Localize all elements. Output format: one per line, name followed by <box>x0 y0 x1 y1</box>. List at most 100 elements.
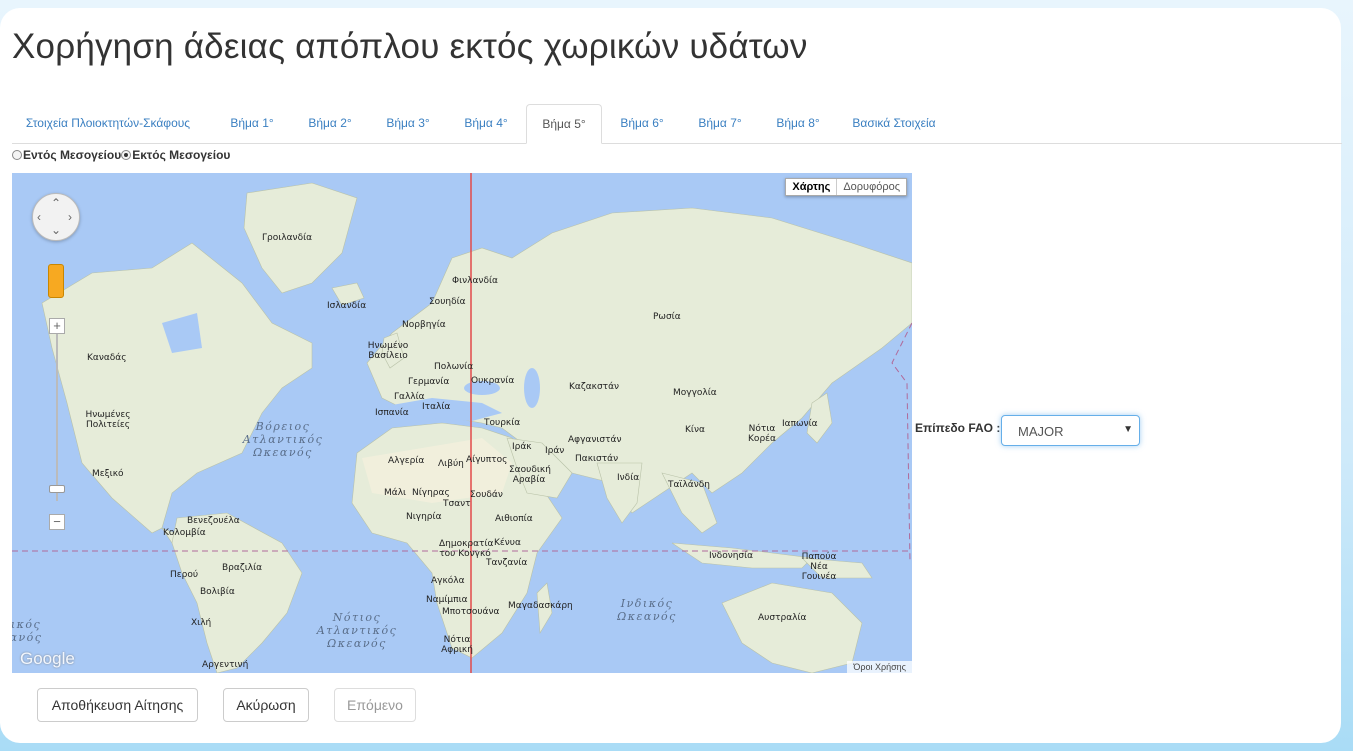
map-label-south-africa-text: Νότια Αφρική <box>441 635 473 655</box>
map-label-iceland: Ισλανδία <box>327 301 367 311</box>
radio-label-outside: Εκτός Μεσογείου <box>132 148 231 162</box>
map-label-png-text: Παπούα Νέα Γουινέα <box>801 552 837 582</box>
radio-button-outside[interactable] <box>121 150 132 160</box>
tab-step-8[interactable]: Βήμα 8° <box>766 104 830 142</box>
map-label-russia: Ρωσία <box>653 312 681 322</box>
street-view-pegman-icon[interactable] <box>48 264 64 298</box>
map-label-thailand: Ταϊλάνδη <box>668 480 710 490</box>
tab-step-6[interactable]: Βήμα 6° <box>610 104 674 142</box>
map-label-turkey: Τουρκία <box>484 418 521 428</box>
tab-step-2[interactable]: Βήμα 2° <box>298 104 362 142</box>
map-label-namibia: Ναμίμπια <box>426 595 468 605</box>
map-label-india: Ινδία <box>617 473 640 483</box>
map-label-argentina: Αργεντινή <box>202 660 249 670</box>
map-label-japan: Ιαπωνία <box>782 419 818 429</box>
map-label-indonesia: Ινδονησία <box>709 551 754 561</box>
map-label-south-africa: Νότια Αφρική <box>440 635 474 655</box>
tab-step-7[interactable]: Βήμα 7° <box>688 104 752 142</box>
map-label-spain: Ισπανία <box>375 408 409 418</box>
tab-owners-vessel[interactable]: Στοιχεία Πλοιοκτητών-Σκάφους <box>18 104 198 142</box>
map-label-iraq: Ιράκ <box>512 442 532 452</box>
radio-outside-mediterranean[interactable]: Εκτός Μεσογείου <box>121 148 230 162</box>
map-label-greenland: Γροιλανδία <box>262 233 313 243</box>
map-label-usa: Ηνωμένες Πολιτείες <box>84 410 132 430</box>
map-label-ethiopia: Αιθιοπία <box>495 514 533 524</box>
map-label-saudi: Σαουδική Αραβία <box>509 465 551 485</box>
terms-of-use-link[interactable]: Όροι Χρήσης <box>847 661 912 673</box>
tab-step-5[interactable]: Βήμα 5° <box>526 104 602 144</box>
zoom-out-button[interactable]: − <box>49 514 65 530</box>
tab-step-1[interactable]: Βήμα 1° <box>220 104 284 142</box>
map-label-poland: Πολωνία <box>434 362 474 372</box>
map-label-peru: Περού <box>170 570 199 580</box>
map-label-tanzania: Τανζανία <box>486 558 528 568</box>
fao-level-label: Επίπεδο FAO : <box>915 421 1001 435</box>
tab-step-4[interactable]: Βήμα 4° <box>454 104 518 142</box>
tab-step-3[interactable]: Βήμα 3° <box>376 104 440 142</box>
ocean-label-pacific-partial-text: ικός ανός <box>12 618 43 644</box>
map-label-mexico: Μεξικό <box>92 469 124 479</box>
zoom-slider-track[interactable] <box>56 321 58 501</box>
ocean-label-s-atlantic-text: Νότιος Ατλαντικός Ωκεανός <box>316 611 398 650</box>
ocean-label-pacific-partial: ικός ανός <box>12 618 44 644</box>
zoom-slider-handle[interactable] <box>49 485 65 493</box>
map-label-algeria: Αλγερία <box>388 456 425 466</box>
map-label-chad: Τσαντ <box>443 499 471 509</box>
radio-inside-mediterranean[interactable]: Εντός Μεσογείου <box>12 148 121 162</box>
map-label-nigeria: Νιγηρία <box>406 512 442 522</box>
map-label-kenya: Κένυα <box>494 538 521 548</box>
map-label-ukraine: Ουκρανία <box>471 376 515 386</box>
map-label-drc-text: Δημοκρατία του Κονγκό <box>439 539 494 559</box>
map-label-botswana: Μποτσουάνα <box>442 607 500 617</box>
map-label-south-korea-text: Νότια Κορέα <box>748 424 776 444</box>
map-label-libya: Λιβύη <box>438 459 464 469</box>
map-label-drc: Δημοκρατία του Κονγκό <box>439 539 494 559</box>
map-label-kazakhstan: Καζακστάν <box>569 382 620 392</box>
map-label-iran: Ιράν <box>545 446 565 456</box>
map-label-saudi-text: Σαουδική Αραβία <box>509 465 551 485</box>
map-label-colombia: Κολομβία <box>163 528 206 538</box>
map-label-brazil: Βραζιλία <box>222 563 263 573</box>
pan-right-icon[interactable]: › <box>68 211 72 223</box>
map-label-usa-text: Ηνωμένες Πολιτείες <box>85 410 131 430</box>
map-label-norway: Νορβηγία <box>402 320 446 330</box>
map-label-france: Γαλλία <box>394 392 425 402</box>
map-label-south-korea: Νότια Κορέα <box>747 424 777 444</box>
map-label-venezuela: Βενεζουέλα <box>187 516 240 526</box>
world-map[interactable]: Γροιλανδία Ισλανδία Φινλανδία Σουηδία Νο… <box>12 173 912 673</box>
save-application-button[interactable]: Αποθήκευση Αίτησης <box>37 688 198 722</box>
ocean-label-indian-text: Ινδικός Ωκεανός <box>617 597 677 623</box>
ocean-label-n-atlantic-text: Βόρειος Ατλαντικός Ωκεανός <box>242 420 324 459</box>
google-logo: Google <box>20 649 75 668</box>
map-label-afghanistan: Αφγανιστάν <box>568 435 622 445</box>
map-label-uk: Ηνωμένο Βασίλειο <box>365 341 411 361</box>
cancel-button[interactable]: Ακύρωση <box>223 688 309 722</box>
pan-down-icon[interactable]: ⌄ <box>51 224 61 236</box>
map-label-italy: Ιταλία <box>422 402 451 412</box>
ocean-label-n-atlantic: Βόρειος Ατλαντικός Ωκεανός <box>238 420 328 459</box>
pan-control[interactable]: ⌃ ⌄ ‹ › <box>32 193 80 241</box>
map-label-angola: Αγκόλα <box>431 576 465 586</box>
map-label-germany: Γερμανία <box>408 377 450 387</box>
chevron-down-icon: ▼ <box>1123 424 1133 435</box>
zoom-in-button[interactable]: + <box>49 318 65 334</box>
map-label-mali: Μάλι <box>384 488 407 498</box>
map-label-madagascar: Μαγαδασκάρη <box>508 601 573 611</box>
pan-up-icon[interactable]: ⌃ <box>51 197 61 209</box>
map-label-uk-text: Ηνωμένο Βασίλειο <box>367 341 409 361</box>
map-label-australia: Αυστραλία <box>758 613 807 623</box>
map-label-bolivia: Βολιβία <box>200 587 235 597</box>
map-label-egypt: Αίγυπτος <box>466 455 508 465</box>
radio-button-inside[interactable] <box>12 150 22 160</box>
ocean-label-indian: Ινδικός Ωκεανός <box>612 597 682 623</box>
fao-level-select[interactable]: MAJOR ▼ <box>1001 415 1140 446</box>
map-label-sweden: Σουηδία <box>429 297 466 307</box>
map-type-map-button[interactable]: Χάρτης <box>786 179 838 195</box>
map-label-png: Παπούα Νέα Γουινέα <box>792 552 846 582</box>
pan-left-icon[interactable]: ‹ <box>37 211 41 223</box>
map-label-pakistan: Πακιστάν <box>575 454 619 464</box>
tab-basic-info[interactable]: Βασικά Στοιχεία <box>844 104 944 142</box>
next-button[interactable]: Επόμενο <box>334 688 416 722</box>
map-type-satellite-button[interactable]: Δορυφόρος <box>837 179 906 195</box>
map-label-sudan: Σουδάν <box>470 490 503 500</box>
